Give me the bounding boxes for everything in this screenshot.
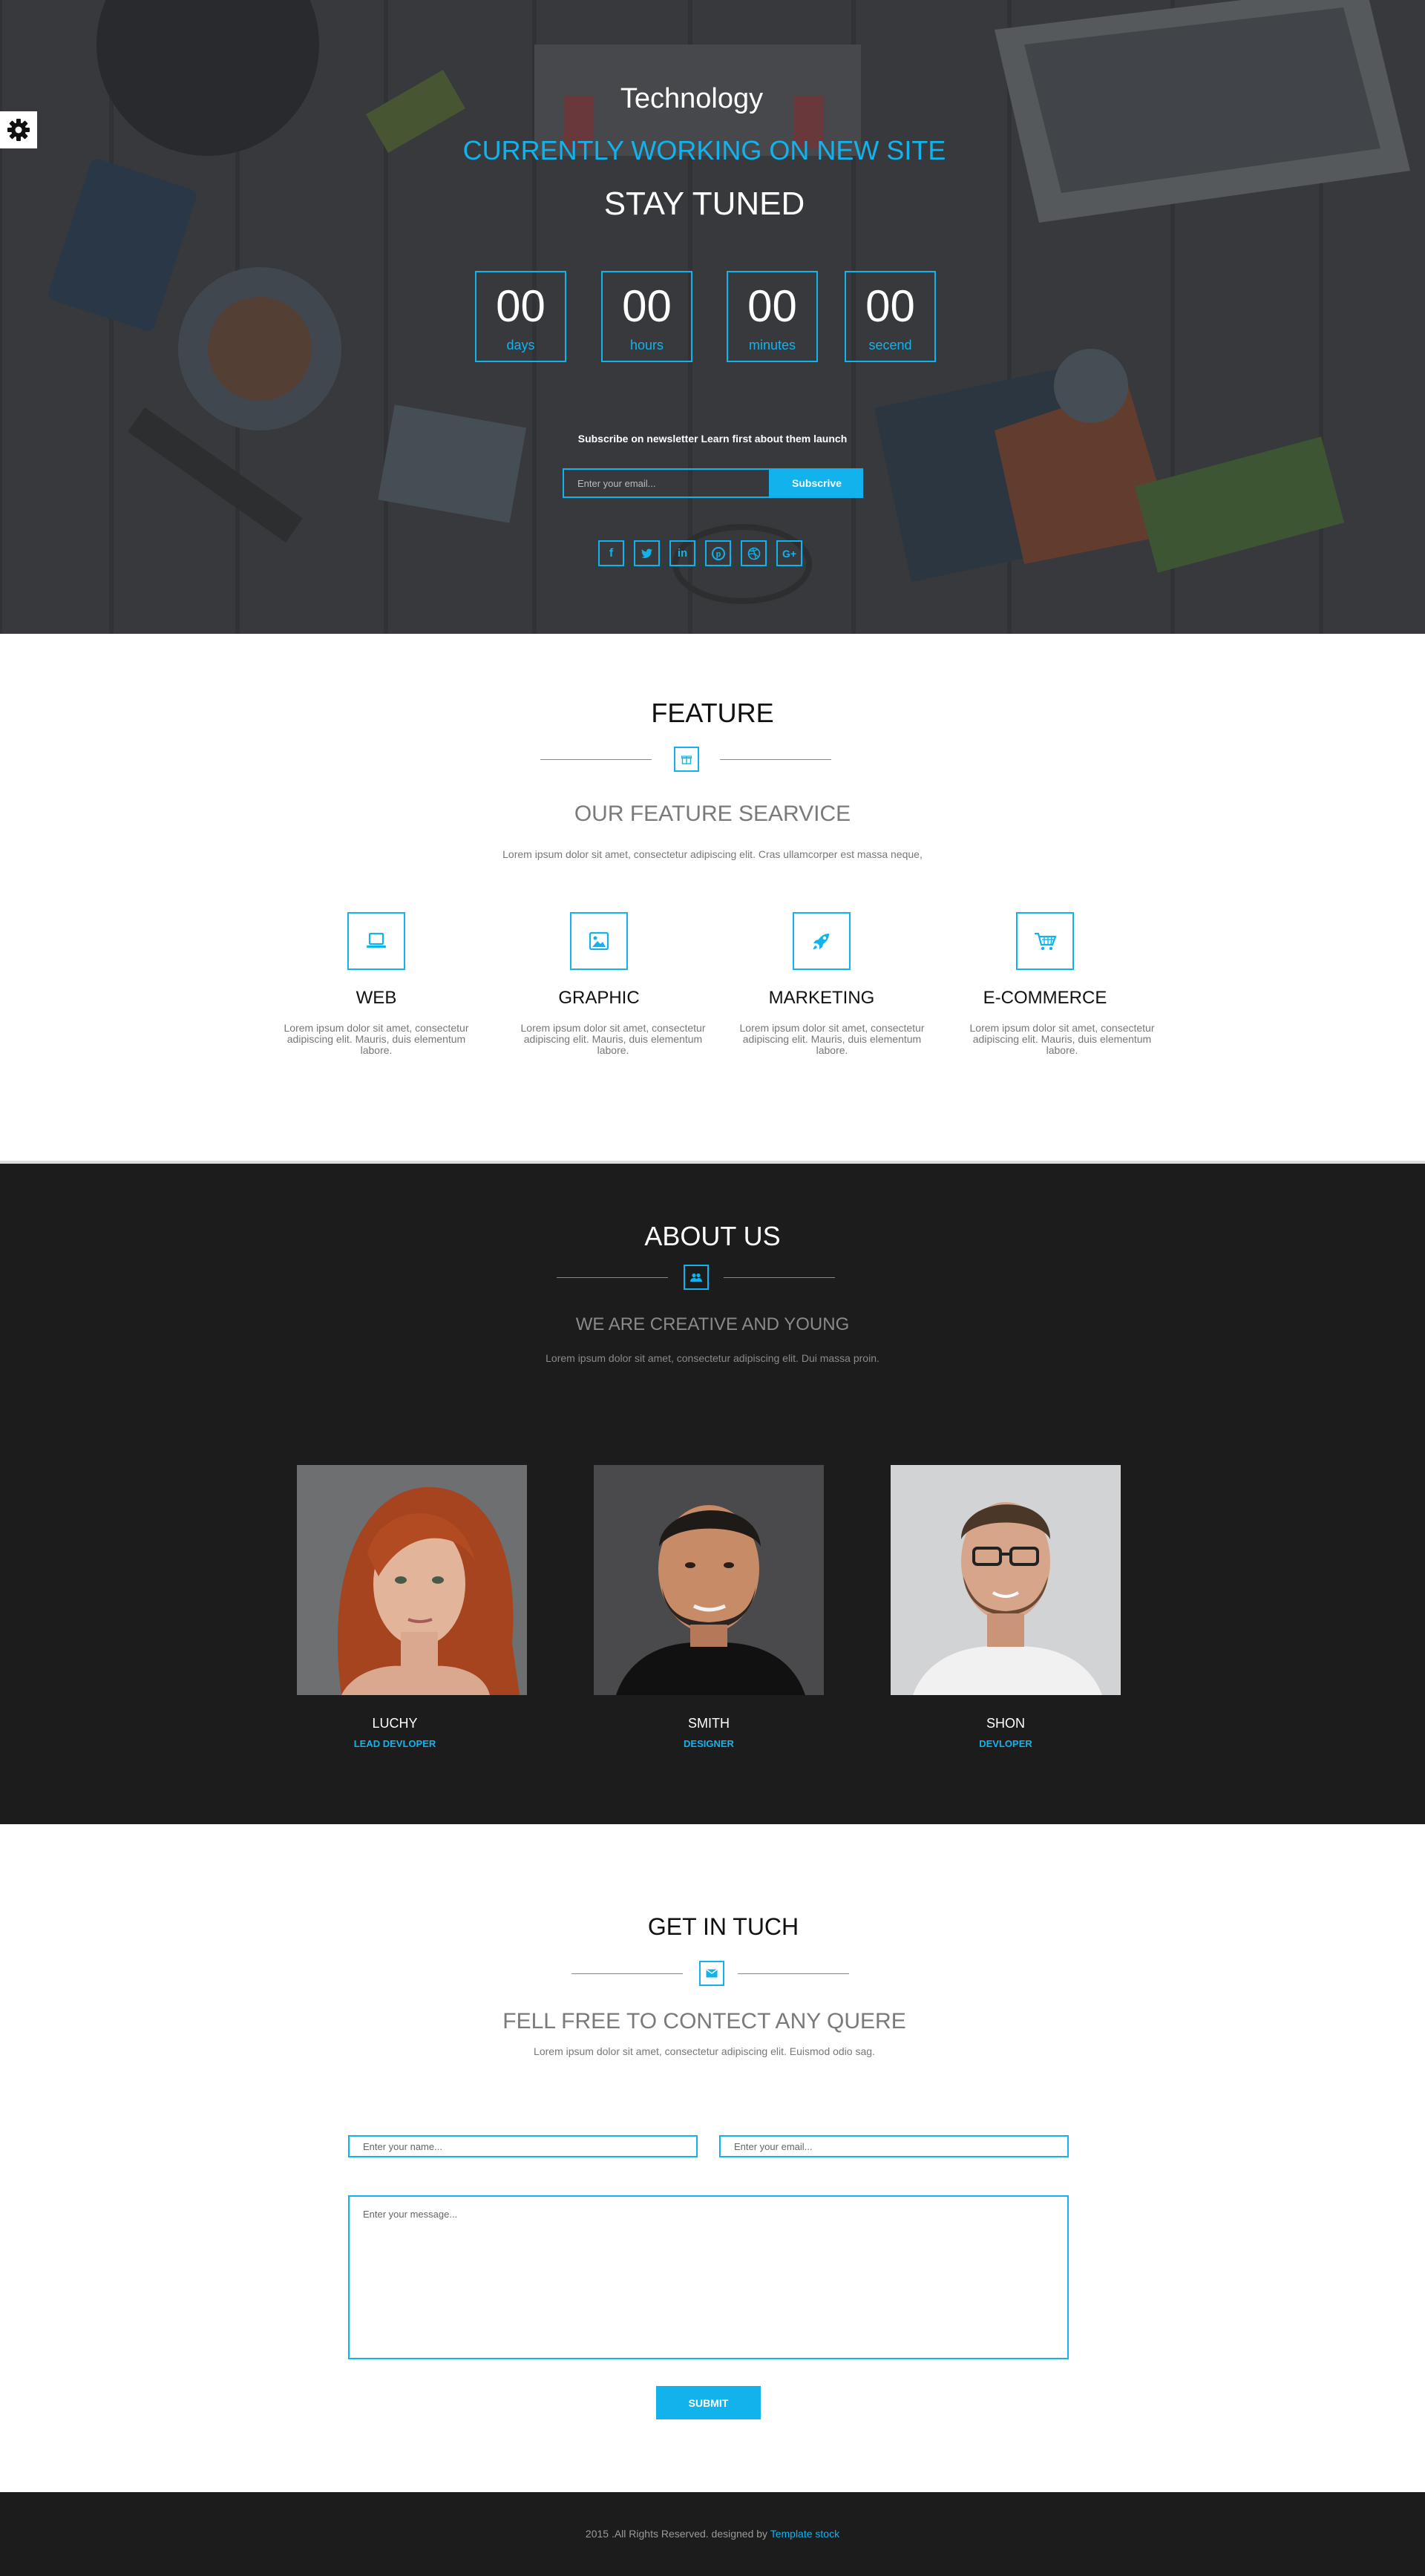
hero-subheadline: STAY TUNED xyxy=(603,186,805,222)
gift-icon xyxy=(674,747,699,772)
svg-text:p: p xyxy=(715,550,721,559)
twitter-icon[interactable] xyxy=(634,540,660,566)
team-name-shon: SHON xyxy=(986,1716,1025,1731)
countdown-unit: secend xyxy=(868,338,912,353)
team-photo-luchy xyxy=(297,1465,527,1695)
gear-icon xyxy=(7,119,30,141)
feature-text-web: Lorem ipsum dolor sit amet, consectetur … xyxy=(284,1022,469,1056)
team-role-luchy: LEAD DEVLOPER xyxy=(353,1738,436,1749)
feature-title-web: WEB xyxy=(356,988,397,1008)
team-photo-shon xyxy=(891,1465,1121,1695)
divider-line-right xyxy=(724,1277,835,1278)
contact-name-input[interactable] xyxy=(348,2135,698,2157)
divider-line-left xyxy=(557,1277,668,1278)
team-role-smith: DESIGNER xyxy=(684,1738,734,1749)
contact-subtitle: FELL FREE TO CONTECT ANY QUERE xyxy=(502,2009,906,2033)
footer-link-template-stock[interactable]: Template stock xyxy=(770,2528,839,2540)
feature-text-ecommerce: Lorem ipsum dolor sit amet, consectetur … xyxy=(969,1022,1155,1056)
divider-line-right xyxy=(738,1973,849,1974)
team-name-smith: SMITH xyxy=(688,1716,730,1731)
footer-text: 2015 .All Rights Reserved. designed by T… xyxy=(0,2528,1425,2540)
submit-button[interactable]: SUBMIT xyxy=(656,2386,761,2419)
linkedin-icon[interactable]: in xyxy=(669,540,695,566)
footer: 2015 .All Rights Reserved. designed by T… xyxy=(0,2492,1425,2576)
brand-title: Technology xyxy=(620,83,764,114)
pinterest-icon[interactable]: p xyxy=(705,540,731,566)
contact-email-input[interactable] xyxy=(719,2135,1069,2157)
feature-subtitle: OUR FEATURE SEARVICE xyxy=(574,802,851,826)
copyright-text: 2015 .All Rights Reserved. designed by xyxy=(585,2528,768,2540)
linkedin-glyph: in xyxy=(677,547,688,560)
contact-message-input[interactable] xyxy=(348,2195,1069,2359)
about-title: ABOUT US xyxy=(644,1221,781,1251)
dribbble-glyph xyxy=(747,547,760,560)
about-subtitle: WE ARE CREATIVE AND YOUNG xyxy=(575,1314,850,1334)
users-icon xyxy=(684,1265,709,1290)
google-plus-icon[interactable]: G+ xyxy=(776,540,802,566)
google-plus-glyph: G+ xyxy=(782,547,797,560)
feature-title: FEATURE xyxy=(651,698,774,728)
newsletter-email-input[interactable] xyxy=(563,468,770,498)
countdown-minutes: 00 minutes xyxy=(727,271,818,362)
team-photo-smith xyxy=(594,1465,824,1695)
dribbble-icon[interactable] xyxy=(741,540,767,566)
countdown-hours: 00 hours xyxy=(601,271,692,362)
envelope-icon xyxy=(699,1961,724,1986)
divider-line-right xyxy=(720,759,831,760)
facebook-icon[interactable]: f xyxy=(598,540,624,566)
newsletter-text: Subscribe on newsletter Learn first abou… xyxy=(577,433,848,445)
subscribe-button[interactable]: Subscrive xyxy=(770,468,863,498)
newsletter-form: Subscrive xyxy=(563,468,863,498)
twitter-glyph xyxy=(641,548,652,558)
countdown-value: 00 xyxy=(747,281,797,331)
contact-title: GET IN TUCH xyxy=(647,1913,799,1940)
feature-title-graphic: GRAPHIC xyxy=(558,988,640,1008)
hero-content: Technology CURRENTLY WORKING ON NEW SITE… xyxy=(0,0,1425,634)
feature-title-marketing: MARKETING xyxy=(768,988,875,1008)
feature-text-graphic: Lorem ipsum dolor sit amet, consectetur … xyxy=(520,1022,706,1056)
countdown-days: 00 days xyxy=(475,271,566,362)
team-role-shon: DEVLOPER xyxy=(979,1738,1032,1749)
cart-icon xyxy=(1016,912,1074,970)
divider-line-left xyxy=(571,1973,683,1974)
feature-title-ecommerce: E-COMMERCE xyxy=(983,988,1107,1008)
laptop-icon xyxy=(347,912,405,970)
countdown-unit: minutes xyxy=(748,338,796,353)
divider-line-left xyxy=(540,759,652,760)
settings-toggle[interactable] xyxy=(0,111,37,148)
about-description: Lorem ipsum dolor sit amet, consectetur … xyxy=(546,1352,879,1364)
hero-headline: CURRENTLY WORKING ON NEW SITE xyxy=(462,135,946,165)
feature-description: Lorem ipsum dolor sit amet, consectetur … xyxy=(502,848,923,860)
countdown-seconds: 00 secend xyxy=(845,271,936,362)
countdown-unit: days xyxy=(506,338,535,353)
rocket-icon xyxy=(793,912,851,970)
countdown-value: 00 xyxy=(496,281,546,331)
hero-section: Technology CURRENTLY WORKING ON NEW SITE… xyxy=(0,0,1425,634)
facebook-glyph: f xyxy=(609,546,614,560)
feature-text-marketing: Lorem ipsum dolor sit amet, consectetur … xyxy=(739,1022,925,1056)
image-icon xyxy=(570,912,628,970)
contact-description: Lorem ipsum dolor sit amet, consectetur … xyxy=(534,2045,875,2057)
countdown-value: 00 xyxy=(865,281,915,331)
team-name-luchy: LUCHY xyxy=(372,1716,418,1731)
countdown-unit: hours xyxy=(629,338,664,353)
pinterest-glyph: p xyxy=(711,546,725,560)
countdown-value: 00 xyxy=(622,281,672,331)
